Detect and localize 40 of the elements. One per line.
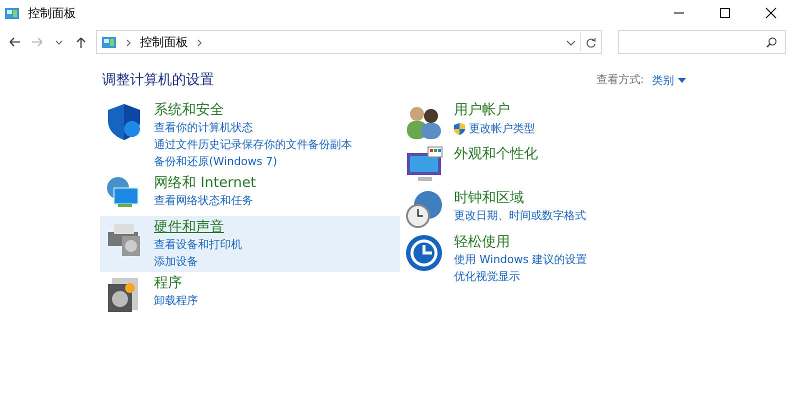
category-link[interactable]: 优化视觉显示 [454, 268, 520, 285]
search-icon [766, 36, 777, 48]
up-icon [74, 36, 88, 48]
category-title[interactable]: 用户帐户 [454, 101, 510, 119]
page-heading: 调整计算机的设置 [102, 71, 214, 90]
category-link[interactable]: 查看网络状态和任务 [154, 192, 253, 209]
category-title[interactable]: 程序 [154, 274, 182, 292]
back-icon [8, 36, 22, 48]
category-title[interactable]: 网络和 Internet [154, 174, 256, 192]
category-link[interactable]: 查看设备和打印机 [154, 236, 242, 253]
chevron-icon [125, 38, 132, 48]
category-link[interactable]: 备份和还原(Windows 7) [154, 153, 278, 170]
category-link[interactable]: 更改帐户类型 [469, 120, 535, 136]
control-panel-icon [4, 6, 20, 22]
control-panel-icon [101, 35, 117, 50]
category-link[interactable]: 更改日期、时间或数字格式 [454, 207, 586, 224]
chevron-icon [196, 38, 203, 48]
refresh-icon[interactable] [585, 36, 597, 49]
globe-clock-icon[interactable] [404, 189, 444, 229]
category-link[interactable]: 使用 Windows 建议的设置 [454, 251, 588, 268]
category-link[interactable]: 通过文件历史记录保存你的文件备份副本 [154, 136, 352, 153]
category-link[interactable]: 卸载程序 [154, 292, 198, 309]
maximize-icon [719, 7, 731, 19]
search-field[interactable] [618, 30, 786, 54]
caret-icon [678, 78, 686, 84]
category-link[interactable]: 查看你的计算机状态 [154, 119, 253, 136]
close-icon [765, 7, 777, 19]
category-title[interactable]: 时钟和区域 [454, 189, 524, 207]
address-bar[interactable]: 控制面板 [96, 30, 602, 54]
window-title: 控制面板 [28, 5, 76, 22]
category-link[interactable]: 添加设备 [154, 253, 198, 270]
breadcrumb-item[interactable]: 控制面板 [140, 33, 188, 51]
forward-icon [30, 36, 44, 48]
category-title[interactable]: 外观和个性化 [454, 145, 538, 163]
category-title[interactable]: 硬件和声音 [154, 218, 224, 236]
view-by-label: 查看方式: [596, 72, 644, 88]
category-title[interactable]: 轻松使用 [454, 233, 510, 251]
category-title[interactable]: 系统和安全 [154, 101, 224, 119]
dropdown-icon[interactable] [566, 38, 576, 47]
view-by-dropdown[interactable]: 类别 [652, 72, 686, 89]
